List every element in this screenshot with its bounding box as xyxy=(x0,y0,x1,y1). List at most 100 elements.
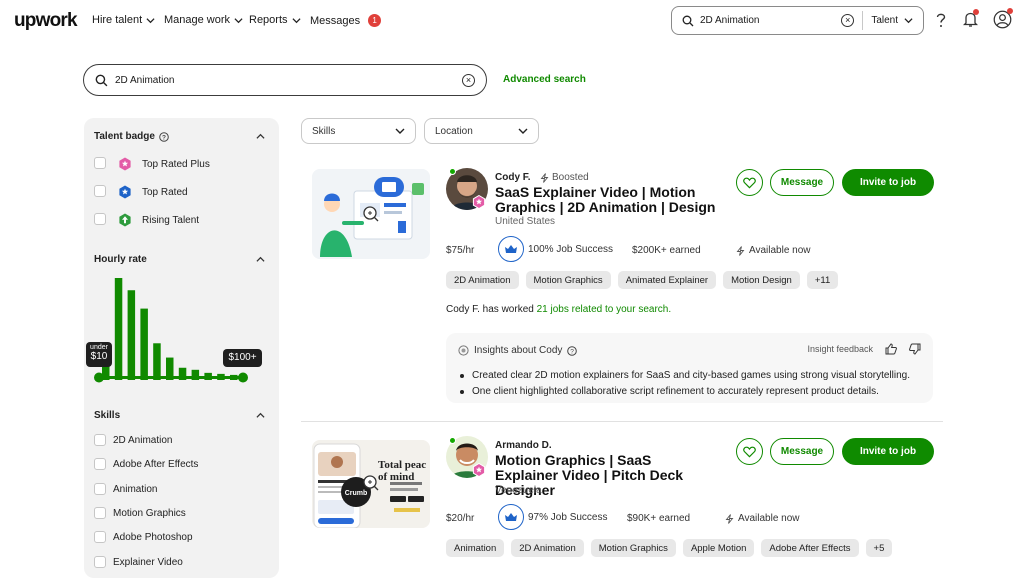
max-rate-handle[interactable] xyxy=(238,372,248,383)
advanced-search-link[interactable]: Advanced search xyxy=(503,74,586,85)
invite-to-job-button[interactable]: Invite to job xyxy=(842,169,934,196)
collapse-chevron-icon[interactable] xyxy=(256,411,265,420)
chevron-down-icon xyxy=(518,128,528,134)
checkbox-skill[interactable] xyxy=(94,483,106,495)
freelancer-title[interactable]: SaaS Explainer Video | Motion Graphics |… xyxy=(495,185,745,215)
skill-tag[interactable]: Animation xyxy=(446,539,505,557)
save-favorite-button[interactable] xyxy=(736,438,763,465)
clear-search-icon[interactable]: × xyxy=(841,14,855,27)
rate-slider-track[interactable] xyxy=(98,376,244,379)
top-rated-plus-badge-icon xyxy=(472,195,486,209)
help-icon[interactable] xyxy=(934,12,948,28)
help-circle-icon[interactable]: ? xyxy=(159,131,169,142)
skill-tag[interactable]: Animated Explainer xyxy=(617,271,717,289)
search-scope-dropdown[interactable]: Talent xyxy=(871,15,913,26)
hourly-rate-histogram xyxy=(94,278,248,383)
availability: Available now xyxy=(725,513,800,524)
freelancer-name[interactable]: Cody F. xyxy=(495,172,531,183)
availability-text: Available now xyxy=(749,245,811,256)
checkbox-skill[interactable] xyxy=(94,458,106,470)
messages-count-badge: 1 xyxy=(368,14,382,27)
nav-reports[interactable]: Reports xyxy=(249,14,301,26)
clear-search-icon[interactable]: × xyxy=(462,73,475,87)
location-filter-dropdown[interactable]: Location xyxy=(424,118,539,144)
collapse-chevron-icon[interactable] xyxy=(256,132,265,141)
skill-tag[interactable]: 2D Animation xyxy=(511,539,584,557)
save-favorite-button[interactable] xyxy=(736,169,763,196)
notification-dot xyxy=(973,9,979,15)
checkbox-top-rated-plus[interactable] xyxy=(94,157,106,169)
checkbox-skill[interactable] xyxy=(94,556,106,568)
insights-panel: Insights about Cody ? Insight feedback C… xyxy=(446,333,933,403)
skill-option-label: Adobe After Effects xyxy=(113,459,199,470)
thumb-logo-text: Crumb xyxy=(345,490,368,497)
skill-tag[interactable]: Motion Design xyxy=(723,271,800,289)
skills-filter-dropdown[interactable]: Skills xyxy=(301,118,416,144)
main-search-bar[interactable]: 2D Animation × xyxy=(83,64,487,96)
nav-hire-talent[interactable]: Hire talent xyxy=(92,14,155,26)
chevron-down-icon xyxy=(904,18,913,24)
skill-tag[interactable]: Motion Graphics xyxy=(590,539,676,557)
min-rate-label: under $10 xyxy=(86,342,112,367)
min-rate-handle[interactable] xyxy=(94,372,104,383)
checkbox-skill[interactable] xyxy=(94,434,106,446)
notifications-button[interactable] xyxy=(963,9,979,28)
insights-title: Insights about Cody xyxy=(474,345,563,356)
total-earned: $90K+ earned xyxy=(627,513,691,524)
search-divider xyxy=(862,11,864,30)
svg-text:?: ? xyxy=(571,348,575,355)
skill-tag[interactable]: 2D Animation xyxy=(446,271,519,289)
search-scope-label: Talent xyxy=(871,15,898,26)
search-icon xyxy=(682,15,694,26)
skill-tag[interactable]: Apple Motion xyxy=(682,539,755,557)
badge-option-label: Rising Talent xyxy=(142,215,200,226)
lightning-icon xyxy=(540,172,549,183)
nav-messages[interactable]: Messages 1 xyxy=(310,14,382,27)
thumbs-down-icon[interactable] xyxy=(909,343,921,355)
top-rated-plus-badge-icon xyxy=(119,157,131,171)
online-status-dot xyxy=(449,437,456,444)
insight-text: Created clear 2D motion explainers for S… xyxy=(472,370,910,381)
top-rated-plus-badge-icon xyxy=(472,463,486,477)
histogram-bar xyxy=(140,308,148,380)
profile-status-dot xyxy=(1007,8,1013,14)
upwork-logo[interactable]: upwork xyxy=(14,10,78,32)
heart-icon xyxy=(743,177,756,188)
chevron-down-icon xyxy=(146,17,155,23)
histogram-bar xyxy=(127,290,136,380)
nav-manage-work[interactable]: Manage work xyxy=(164,14,243,26)
skill-tag[interactable]: Motion Graphics xyxy=(525,271,611,289)
profile-menu[interactable] xyxy=(993,8,1013,29)
job-success-text: 100% Job Success xyxy=(528,243,614,255)
total-earned: $200K+ earned xyxy=(632,245,701,256)
top-search-input[interactable]: 2D Animation xyxy=(700,15,841,26)
skills-heading: Skills xyxy=(94,410,121,421)
rising-talent-badge-icon xyxy=(119,213,131,227)
online-status-dot xyxy=(449,168,456,175)
portfolio-thumbnail[interactable]: Crumb Total peac of mind xyxy=(312,440,430,528)
checkbox-skill[interactable] xyxy=(94,531,106,543)
invite-to-job-button[interactable]: Invite to job xyxy=(842,438,934,465)
skill-tag[interactable]: Adobe After Effects xyxy=(761,539,859,557)
help-circle-icon[interactable]: ? xyxy=(567,345,578,356)
portfolio-thumbnail[interactable] xyxy=(312,169,430,259)
skill-option-label: 2D Animation xyxy=(113,435,173,446)
checkbox-skill[interactable] xyxy=(94,507,106,519)
related-jobs-link[interactable]: 21 jobs related to your search. xyxy=(537,304,672,315)
top-search-bar[interactable]: 2D Animation × Talent xyxy=(671,6,924,35)
histogram-bar xyxy=(153,343,161,380)
checkbox-top-rated[interactable] xyxy=(94,185,106,197)
more-skills-tag[interactable]: +5 xyxy=(865,539,893,557)
message-button[interactable]: Message xyxy=(770,169,834,196)
message-button[interactable]: Message xyxy=(770,438,834,465)
thumbs-up-icon[interactable] xyxy=(885,343,897,355)
freelancer-name[interactable]: Armando D. xyxy=(495,440,552,451)
more-skills-tag[interactable]: +11 xyxy=(806,271,839,289)
max-rate-label: $100+ xyxy=(223,349,262,367)
main-search-input[interactable]: 2D Animation xyxy=(115,75,462,86)
portfolio-phone-illustration: Crumb Total peac of mind xyxy=(312,440,430,528)
section-title: Talent badge xyxy=(94,131,155,142)
nav-label: Manage work xyxy=(164,14,231,26)
collapse-chevron-icon[interactable] xyxy=(256,255,265,264)
checkbox-rising-talent[interactable] xyxy=(94,213,106,225)
